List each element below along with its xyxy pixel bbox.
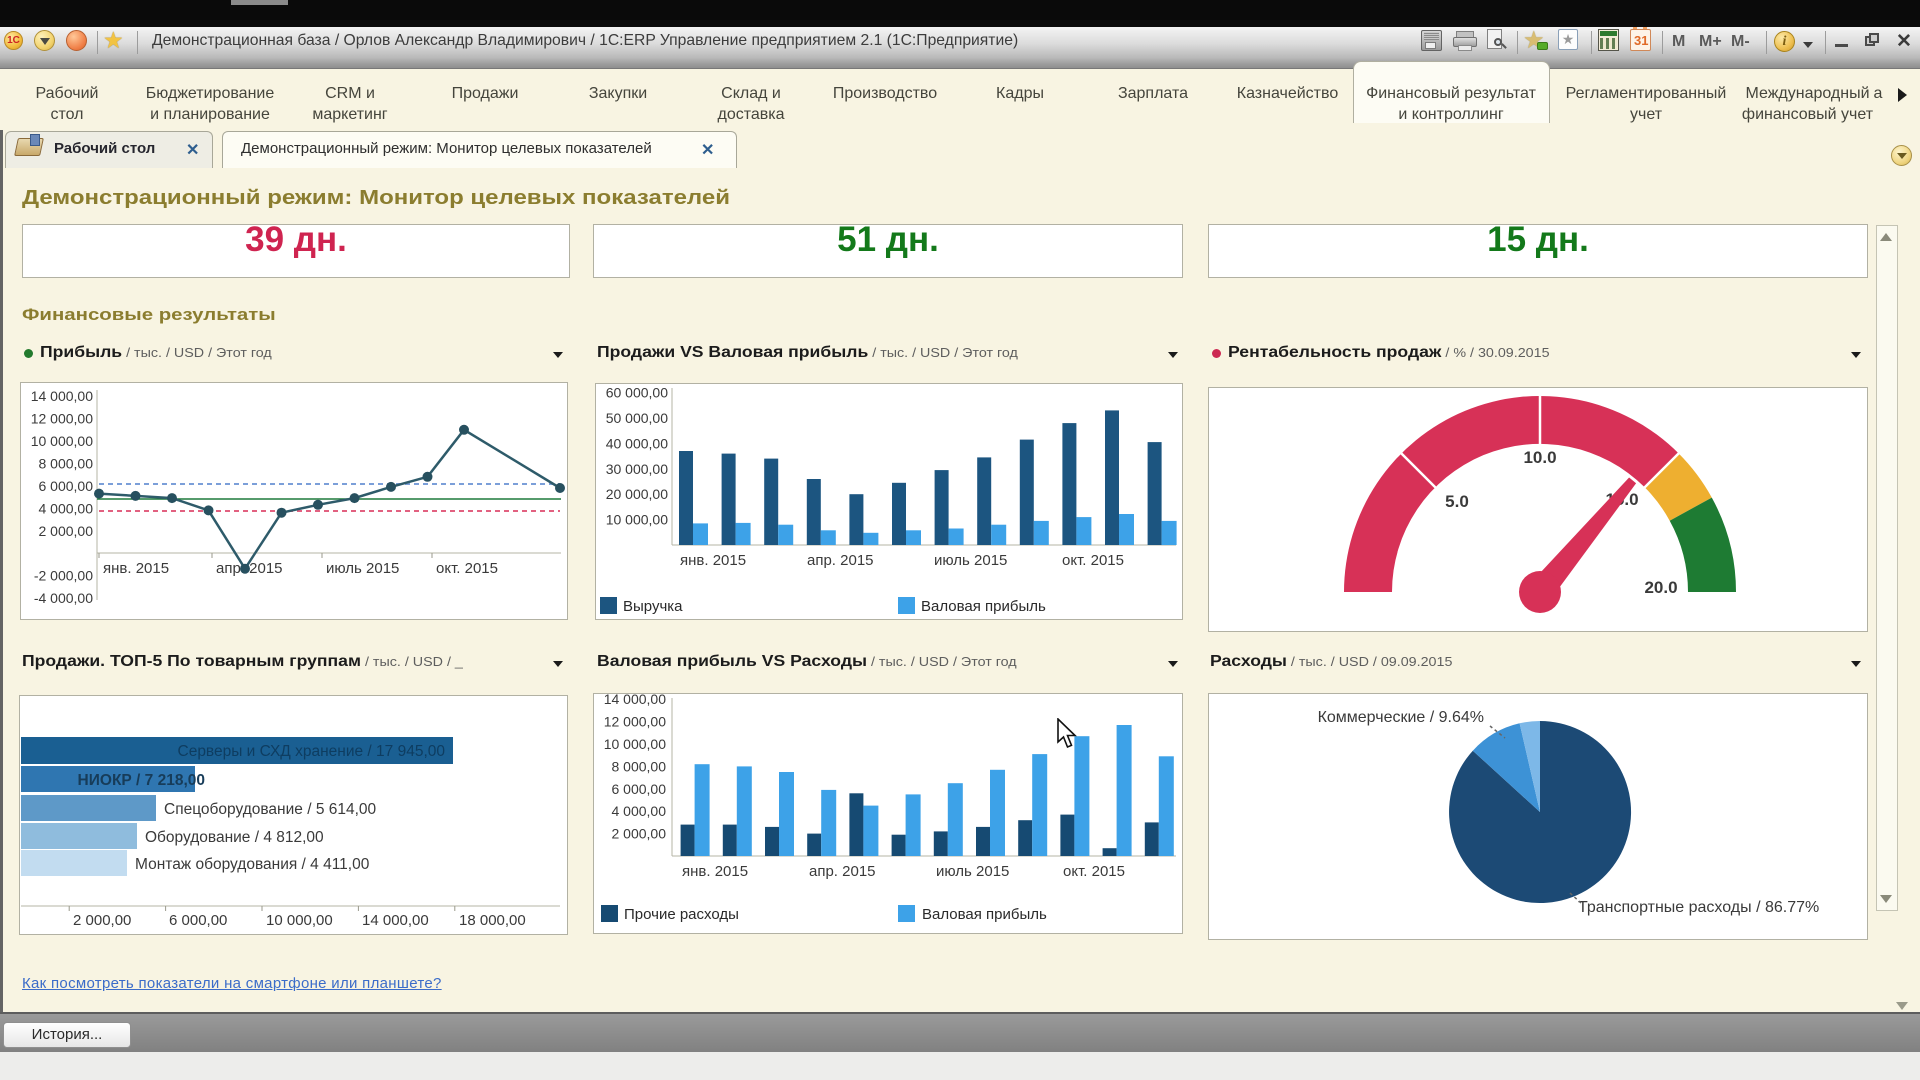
svg-text:10 000,00: 10 000,00 [266, 912, 333, 929]
svg-text:апр. 2015: апр. 2015 [809, 863, 876, 880]
svg-text:10 000,00: 10 000,00 [31, 433, 93, 449]
svg-text:Монтаж оборудования / 4 411,00: Монтаж оборудования / 4 411,00 [135, 856, 370, 873]
svg-text:Валовая прибыль: Валовая прибыль [922, 906, 1047, 923]
svg-text:окт. 2015: окт. 2015 [1063, 863, 1125, 880]
svg-text:окт. 2015: окт. 2015 [436, 560, 498, 577]
svg-text:5.0: 5.0 [1445, 492, 1469, 511]
svg-text:Спецоборудование / 5 614,00: Спецоборудование / 5 614,00 [164, 801, 377, 818]
svg-text:апр. 2015: апр. 2015 [807, 552, 874, 569]
svg-text:Коммерческие / 9.64%: Коммерческие / 9.64% [1318, 709, 1484, 726]
svg-text:60 000,00: 60 000,00 [606, 385, 668, 401]
svg-text:2 000,00: 2 000,00 [39, 523, 94, 539]
svg-text:янв. 2015: янв. 2015 [103, 560, 169, 577]
svg-text:2 000,00: 2 000,00 [73, 912, 131, 929]
svg-text:8 000,00: 8 000,00 [612, 759, 667, 775]
svg-text:Выручка: Выручка [623, 598, 683, 615]
svg-text:40 000,00: 40 000,00 [606, 436, 668, 452]
svg-text:12 000,00: 12 000,00 [604, 714, 666, 730]
svg-text:10.0: 10.0 [1523, 448, 1556, 467]
svg-text:НИОКР / 7 218,00: НИОКР / 7 218,00 [78, 772, 205, 789]
svg-text:Транспортные расходы / 86.77%: Транспортные расходы / 86.77% [1578, 899, 1819, 916]
svg-text:июль 2015: июль 2015 [936, 863, 1009, 880]
svg-text:-4 000,00: -4 000,00 [34, 590, 93, 606]
svg-text:18 000,00: 18 000,00 [459, 912, 526, 929]
svg-text:2 000,00: 2 000,00 [612, 826, 667, 842]
svg-text:10 000,00: 10 000,00 [604, 736, 666, 752]
svg-text:6 000,00: 6 000,00 [612, 781, 667, 797]
svg-text:20 000,00: 20 000,00 [606, 486, 668, 502]
svg-text:янв. 2015: янв. 2015 [682, 863, 748, 880]
svg-text:6 000,00: 6 000,00 [169, 912, 227, 929]
svg-text:окт. 2015: окт. 2015 [1062, 552, 1124, 569]
svg-text:30 000,00: 30 000,00 [606, 461, 668, 477]
svg-text:12 000,00: 12 000,00 [31, 411, 93, 427]
svg-text:4 000,00: 4 000,00 [39, 501, 94, 517]
svg-text:Валовая прибыль: Валовая прибыль [921, 598, 1046, 615]
svg-text:июль 2015: июль 2015 [326, 560, 399, 577]
svg-text:-2 000,00: -2 000,00 [34, 568, 93, 584]
svg-text:Серверы и СХД хранение / 17 94: Серверы и СХД хранение / 17 945,00 [178, 743, 446, 760]
svg-text:14 000,00: 14 000,00 [604, 693, 666, 707]
svg-text:Оборудование / 4 812,00: Оборудование / 4 812,00 [145, 829, 324, 846]
svg-text:янв. 2015: янв. 2015 [680, 552, 746, 569]
svg-text:4 000,00: 4 000,00 [612, 803, 667, 819]
svg-text:50 000,00: 50 000,00 [606, 410, 668, 426]
svg-text:20.0: 20.0 [1644, 578, 1677, 597]
svg-text:6 000,00: 6 000,00 [39, 478, 94, 494]
svg-text:июль 2015: июль 2015 [934, 552, 1007, 569]
svg-text:Прочие расходы: Прочие расходы [624, 906, 739, 923]
svg-text:10 000,00: 10 000,00 [606, 512, 668, 528]
svg-text:8 000,00: 8 000,00 [39, 456, 94, 472]
svg-text:14 000,00: 14 000,00 [362, 912, 429, 929]
svg-text:14 000,00: 14 000,00 [31, 388, 93, 404]
